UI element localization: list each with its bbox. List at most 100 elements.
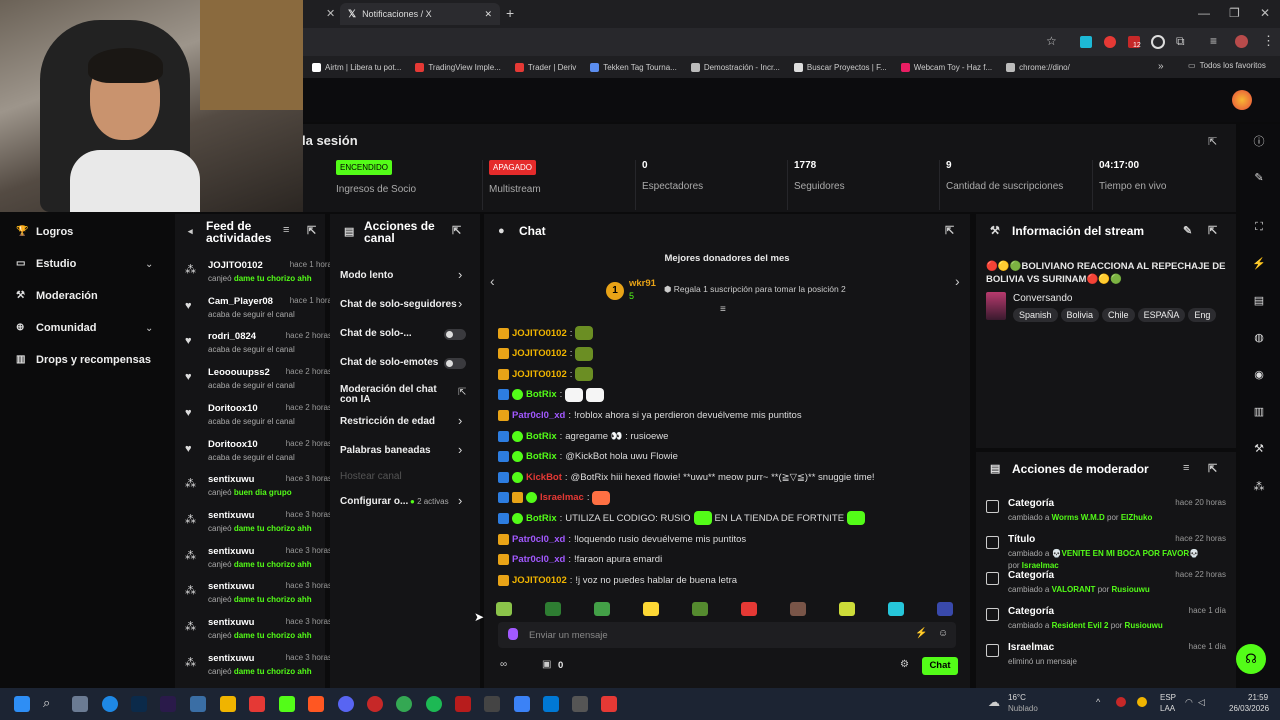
all-bookmarks[interactable]: ▭ Todos los favoritos xyxy=(1188,61,1266,70)
chat-emote[interactable] xyxy=(847,511,866,526)
nav-item-logros[interactable]: 🏆 Logros xyxy=(16,226,73,238)
chat-emote[interactable] xyxy=(575,346,594,361)
close-tab-icon[interactable]: ✕ xyxy=(484,9,492,20)
brave-icon[interactable] xyxy=(308,696,324,712)
list-icon[interactable]: ≡ xyxy=(1210,34,1217,48)
star-icon[interactable]: ☆ xyxy=(1046,34,1057,48)
emote-picker-item[interactable] xyxy=(937,602,953,616)
broadcast-icon[interactable]: ◉ xyxy=(1252,368,1266,382)
settings-icon[interactable]: ⚙ xyxy=(900,659,909,670)
edge-icon[interactable] xyxy=(102,696,118,712)
filter-icon[interactable]: ≡ xyxy=(1183,462,1189,474)
stream-tag[interactable]: ESPAÑA xyxy=(1137,308,1186,322)
edit-icon[interactable]: ✎ xyxy=(1252,171,1266,185)
settings-app-icon[interactable] xyxy=(514,696,530,712)
feed-username[interactable]: Cam_Player08 xyxy=(208,296,273,307)
deriv-icon[interactable] xyxy=(249,696,265,712)
bookmark-item[interactable]: TradingView Imple... xyxy=(415,62,501,72)
mod-action-user[interactable]: Rusiouwu xyxy=(1125,621,1163,630)
channel-action-6[interactable]: Palabras baneadas xyxy=(340,445,470,456)
chat-bubble-icon[interactable]: ◍ xyxy=(1252,331,1266,345)
popout-icon[interactable]: ⇱ xyxy=(945,224,954,237)
menu-icon[interactable]: ⋮ xyxy=(1262,33,1275,49)
points-icon[interactable]: ∞ xyxy=(500,659,507,670)
windows-start-icon[interactable] xyxy=(14,696,30,712)
emote-picker-item[interactable] xyxy=(790,602,806,616)
tray-arrow-icon[interactable]: ^ xyxy=(1096,697,1100,707)
chat-emote[interactable] xyxy=(575,367,594,382)
donor-name[interactable]: wkr91 xyxy=(629,278,656,289)
emote-picker-item[interactable] xyxy=(643,602,659,616)
chat-input[interactable]: Enviar un mensaje ⚡ ☺ xyxy=(498,622,956,648)
tray-app-icon[interactable] xyxy=(1137,697,1147,707)
chevron-right-icon[interactable]: › xyxy=(458,493,462,508)
chat-username[interactable]: BotRix xyxy=(526,513,557,524)
chevron-right-icon[interactable]: › xyxy=(458,296,462,311)
mod-action-user[interactable]: Israelmac xyxy=(1022,561,1059,570)
bookmark-item[interactable]: Demostración - Incr... xyxy=(690,62,780,72)
emote-picker-item[interactable] xyxy=(545,602,561,616)
photoshop-icon[interactable] xyxy=(131,696,147,712)
new-tab-icon[interactable]: + xyxy=(506,5,514,21)
mic-icon[interactable] xyxy=(508,628,518,640)
nav-item-moderación[interactable]: ⚒ Moderación xyxy=(16,290,98,302)
popout-icon[interactable]: ⇱ xyxy=(307,224,316,237)
info-icon[interactable]: ⓘ xyxy=(1252,135,1266,149)
collapse-icon[interactable]: ◂ xyxy=(188,226,193,237)
popout-icon[interactable]: ⇱ xyxy=(452,224,461,237)
send-chat-button[interactable]: Chat xyxy=(922,657,958,675)
chat-emote[interactable] xyxy=(693,511,712,526)
external-link-icon[interactable]: ⇱ xyxy=(458,387,466,398)
opera-icon[interactable] xyxy=(367,696,383,712)
nav-item-estudio[interactable]: ▭ Estudio xyxy=(16,258,76,270)
spotify-icon[interactable] xyxy=(426,696,442,712)
bookmark-item[interactable]: chrome://dino/ xyxy=(1006,62,1070,72)
kick-emote-icon[interactable]: ⚡ xyxy=(915,628,927,639)
feed-username[interactable]: sentixuwu xyxy=(208,510,254,521)
channel-action-4[interactable]: Moderación del chat con IA xyxy=(340,385,455,405)
stream-tag[interactable]: Chile xyxy=(1102,308,1135,322)
emote-picker-item[interactable] xyxy=(839,602,855,616)
store-icon[interactable] xyxy=(190,696,206,712)
profile-icon[interactable] xyxy=(1235,35,1248,48)
chat-username[interactable]: Patr0cl0_xd xyxy=(512,534,565,545)
popout-icon[interactable]: ⇱ xyxy=(1208,224,1217,237)
toggle-switch[interactable] xyxy=(444,358,466,369)
chat-username[interactable]: Patr0cl0_xd xyxy=(512,410,565,421)
gift-prompt[interactable]: ⬢ Regala 1 suscripción para tomar la pos… xyxy=(664,284,846,295)
document-icon[interactable]: ▤ xyxy=(1252,294,1266,308)
tv-icon[interactable]: ▥ xyxy=(1252,405,1266,419)
emoji-icon[interactable]: ☺ xyxy=(938,628,948,639)
chevron-right-icon[interactable]: › xyxy=(458,413,462,428)
stream-tag[interactable]: Spanish xyxy=(1013,308,1058,322)
chat-username[interactable]: BotRix xyxy=(526,431,557,442)
close-window-icon[interactable]: ✕ xyxy=(1260,6,1270,20)
popout-icon[interactable]: ⇱ xyxy=(1208,135,1217,148)
minecraft-icon[interactable] xyxy=(279,696,295,712)
user-avatar[interactable] xyxy=(1232,90,1252,110)
chat-username[interactable]: JOJITO0102 xyxy=(512,328,567,339)
fullscreen-icon[interactable]: ⛶ xyxy=(1252,220,1266,234)
bookmark-item[interactable]: Airtm | Libera tu pot... xyxy=(312,62,401,72)
extension-icon[interactable] xyxy=(1104,36,1116,48)
channel-action-8[interactable]: Configurar o... xyxy=(340,496,470,507)
emote-picker-item[interactable] xyxy=(496,602,512,616)
chrome-icon[interactable] xyxy=(396,696,412,712)
vpn-icon[interactable] xyxy=(1151,35,1165,49)
stream-tag[interactable]: Bolivia xyxy=(1060,308,1100,322)
channel-action-5[interactable]: Restricción de edad xyxy=(340,416,470,427)
search-icon[interactable]: ⌕ xyxy=(43,695,50,711)
toggle-switch[interactable] xyxy=(444,329,466,340)
lightning-icon[interactable]: ⚡ xyxy=(1252,257,1266,271)
headset-icon[interactable]: ☊ xyxy=(1236,644,1266,674)
chat-emote[interactable] xyxy=(586,387,605,402)
more-bookmarks-icon[interactable]: » xyxy=(1158,61,1164,72)
channel-action-0[interactable]: Modo lento xyxy=(340,270,470,281)
stream-tag[interactable]: Eng xyxy=(1188,308,1217,322)
feed-username[interactable]: sentixuwu xyxy=(208,546,254,557)
close-tab-icon[interactable]: ✕ xyxy=(326,7,335,20)
feed-username[interactable]: sentixuwu xyxy=(208,581,254,592)
weather-icon[interactable]: ☁ xyxy=(988,695,1000,709)
popout-icon[interactable]: ⇱ xyxy=(1208,462,1217,475)
feed-username[interactable]: rodri_0824 xyxy=(208,331,256,342)
